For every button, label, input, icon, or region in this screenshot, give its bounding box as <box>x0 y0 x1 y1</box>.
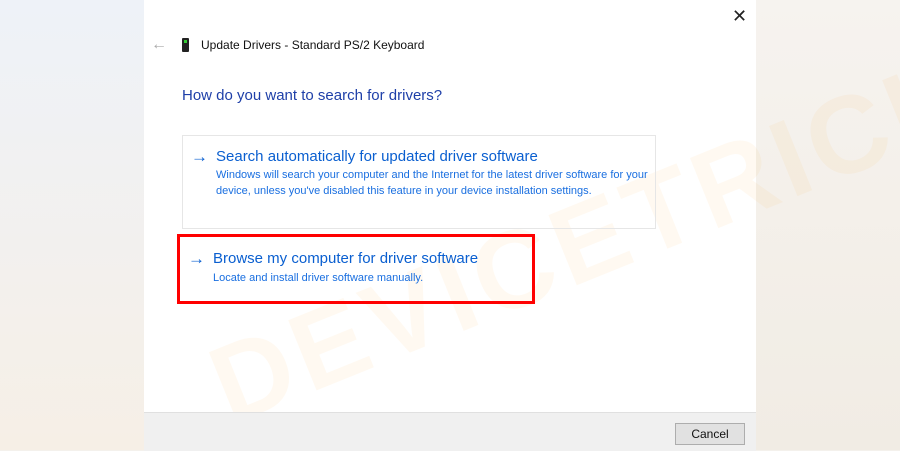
dialog-footer: Cancel <box>144 412 756 451</box>
back-arrow-icon[interactable]: ← <box>151 36 167 54</box>
close-icon[interactable]: ✕ <box>732 6 747 27</box>
background-right <box>756 0 900 450</box>
search-automatically-option[interactable]: → Search automatically for updated drive… <box>182 135 656 229</box>
option-description: Locate and install driver software manua… <box>213 272 424 284</box>
page-heading: How do you want to search for drivers? <box>182 87 443 104</box>
update-drivers-dialog: DEVICETRICKS ✕ ← Update Drivers - Standa… <box>144 0 900 451</box>
keyboard-device-icon <box>182 38 189 52</box>
browse-computer-option[interactable]: → Browse my computer for driver software… <box>177 234 535 304</box>
option-description: Windows will search your computer and th… <box>216 169 648 197</box>
option-title: Browse my computer for driver software <box>213 250 479 267</box>
arrow-right-icon: → <box>191 147 208 166</box>
background-left <box>0 0 144 450</box>
option-title: Search automatically for updated driver … <box>216 148 538 165</box>
window-title: Update Drivers - Standard PS/2 Keyboard <box>201 38 425 52</box>
cancel-button[interactable]: Cancel <box>675 423 745 445</box>
arrow-right-icon: → <box>188 249 205 268</box>
